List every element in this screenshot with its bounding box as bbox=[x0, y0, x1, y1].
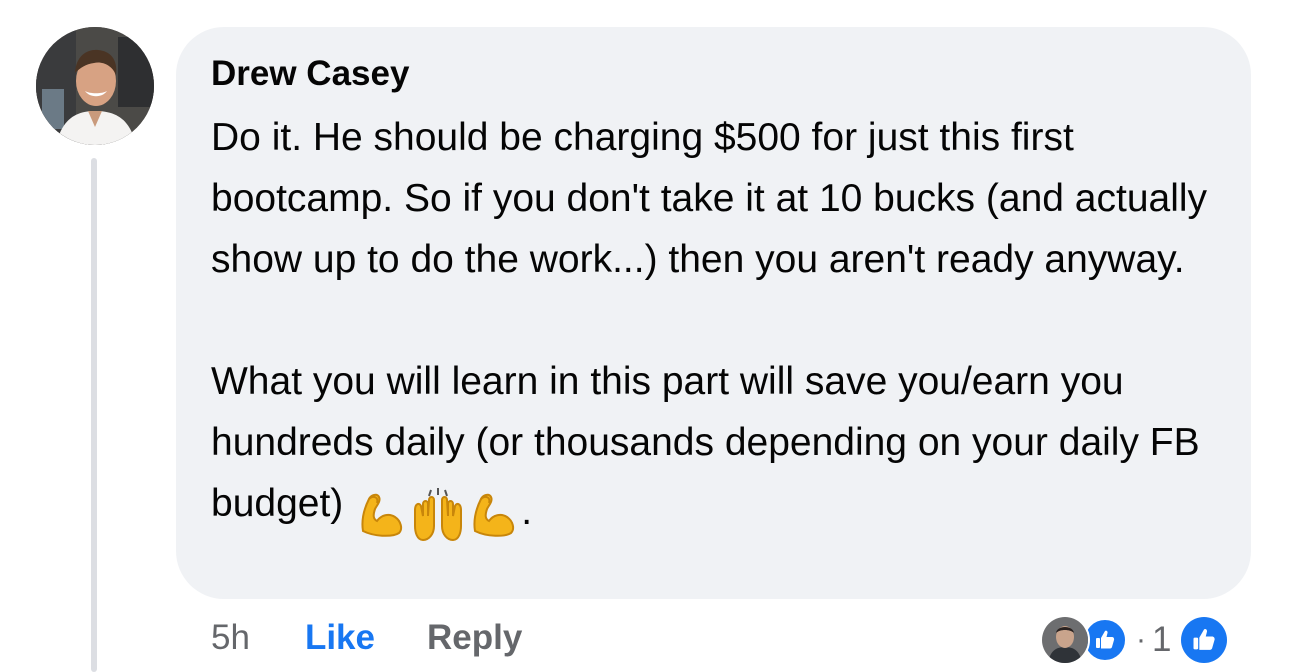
thread-line bbox=[91, 158, 97, 672]
reactor-avatar bbox=[1040, 615, 1090, 665]
flexed-biceps-icon bbox=[361, 493, 403, 537]
reaction-summary[interactable]: · 1 bbox=[1040, 614, 1228, 666]
author-name[interactable]: Drew Casey bbox=[211, 52, 409, 96]
timestamp[interactable]: 5h bbox=[211, 618, 250, 658]
reaction-count: 1 bbox=[1152, 620, 1172, 659]
comment-screen: Drew Casey Do it. He should be charging … bbox=[0, 0, 1290, 672]
comment-paragraph: Do it. He should be charging $500 for ju… bbox=[211, 116, 1208, 281]
flexed-biceps-icon bbox=[473, 493, 515, 537]
emoji-row: . bbox=[355, 481, 532, 542]
reply-button[interactable]: Reply bbox=[427, 618, 522, 658]
comment-actions: 5h Like Reply bbox=[211, 612, 522, 664]
like-icon[interactable] bbox=[1181, 617, 1228, 663]
comment-paragraph: What you will learn in this part will sa… bbox=[211, 351, 1231, 542]
raising-hands-icon bbox=[414, 487, 463, 541]
like-button[interactable]: Like bbox=[305, 618, 375, 658]
reaction-separator: · bbox=[1136, 623, 1146, 656]
author-avatar[interactable] bbox=[36, 27, 154, 145]
trailing-period: . bbox=[521, 490, 533, 533]
comment-text: Do it. He should be charging $500 for ju… bbox=[211, 107, 1231, 542]
